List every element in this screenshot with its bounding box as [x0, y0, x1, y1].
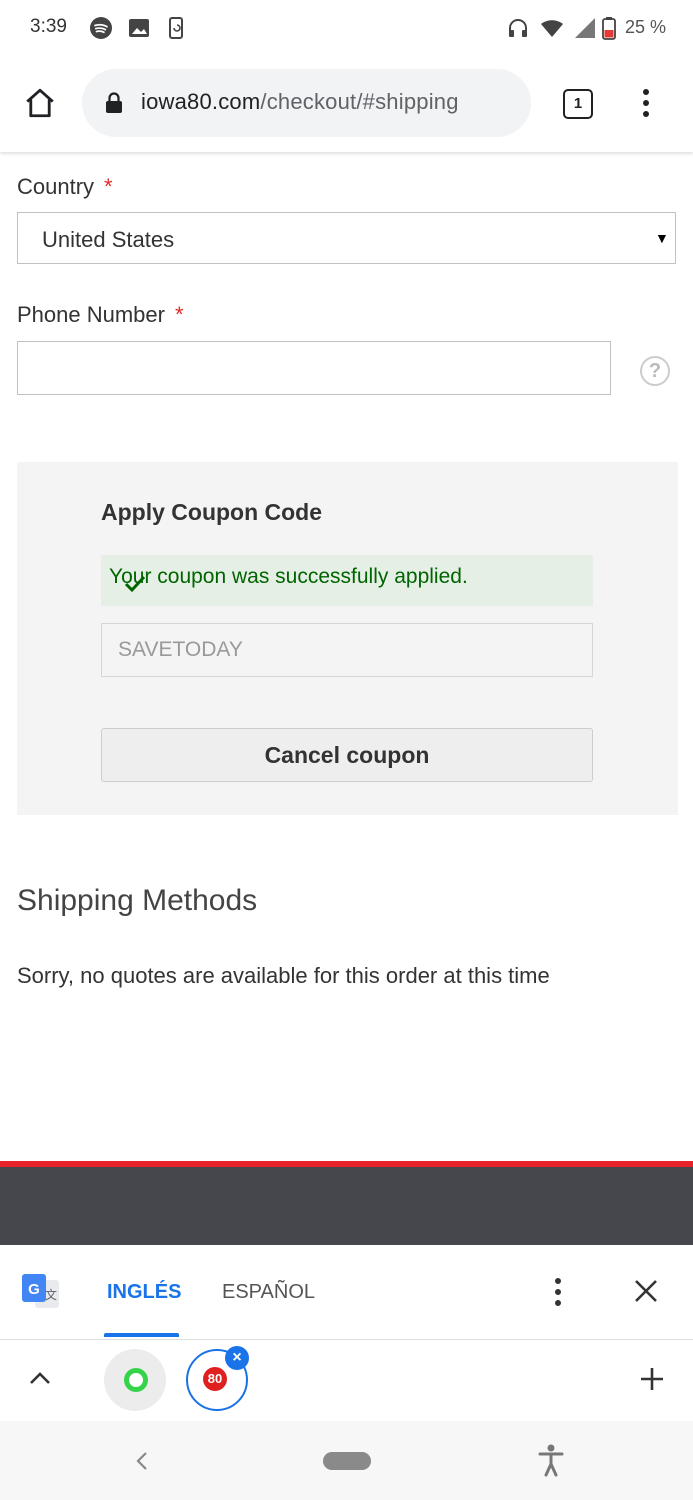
green-ring-icon [124, 1368, 148, 1392]
help-icon[interactable]: ? [640, 356, 670, 386]
signal-icon [575, 18, 595, 38]
browser-menu-icon[interactable] [636, 87, 656, 119]
shipping-message: Sorry, no quotes are available for this … [17, 963, 550, 988]
checkmark-icon [124, 575, 146, 593]
coupon-title: Apply Coupon Code [101, 499, 323, 525]
chevron-up-icon[interactable] [28, 1370, 52, 1386]
battery-icon [602, 17, 616, 40]
cancel-coupon-button[interactable]: Cancel coupon [101, 728, 593, 782]
url-domain: iowa80.com [141, 89, 261, 114]
phone-required-marker: * [174, 302, 184, 327]
url-text[interactable]: iowa80.com/checkout/#shipping [141, 89, 459, 115]
plus-icon[interactable] [639, 1366, 665, 1392]
tab-source-language[interactable]: INGLÉS [107, 1281, 181, 1304]
home-icon[interactable] [23, 86, 57, 120]
country-required-marker: * [104, 174, 113, 199]
svg-text:文: 文 [45, 1287, 57, 1302]
google-translate-icon: 文 G [22, 1274, 59, 1308]
status-time: 3:39 [30, 16, 67, 37]
lock-icon[interactable] [104, 92, 124, 114]
translate-bar [0, 1245, 693, 1339]
image-icon [129, 19, 149, 37]
active-tab-indicator [104, 1333, 179, 1337]
iowa80-logo-icon: 80 [203, 1367, 227, 1391]
site-footer [0, 1167, 693, 1245]
tab-switcher-button[interactable]: 1 [563, 89, 593, 119]
sync-phone-icon [169, 17, 183, 39]
chevron-down-icon: ▼ [655, 230, 669, 246]
close-extension-icon[interactable]: × [225, 1346, 249, 1370]
phone-label-text: Phone Number [17, 302, 165, 327]
spotify-icon [90, 17, 112, 39]
back-icon[interactable] [134, 1450, 150, 1472]
tab-target-language[interactable]: ESPAÑOL [222, 1281, 315, 1304]
translate-menu-icon[interactable] [548, 1276, 568, 1308]
home-pill-button[interactable] [323, 1452, 371, 1470]
country-label-text: Country [17, 174, 95, 199]
coupon-success-text: Your coupon was successfully applied. [109, 565, 468, 588]
country-select-value: United States [42, 227, 175, 252]
close-icon[interactable] [633, 1278, 659, 1304]
phone-label: Phone Number * [17, 302, 184, 328]
accessibility-icon[interactable] [537, 1443, 565, 1477]
shipping-methods-title: Shipping Methods [17, 884, 258, 917]
wifi-icon [541, 20, 563, 37]
country-label: Country * [17, 174, 113, 200]
battery-percent: 25 % [625, 17, 667, 37]
headphones-icon [509, 19, 527, 37]
coupon-code-value: SAVETODAY [118, 638, 243, 661]
url-path: /checkout/#shipping [260, 89, 459, 114]
svg-text:G: G [28, 1281, 40, 1298]
phone-input[interactable] [17, 341, 611, 395]
